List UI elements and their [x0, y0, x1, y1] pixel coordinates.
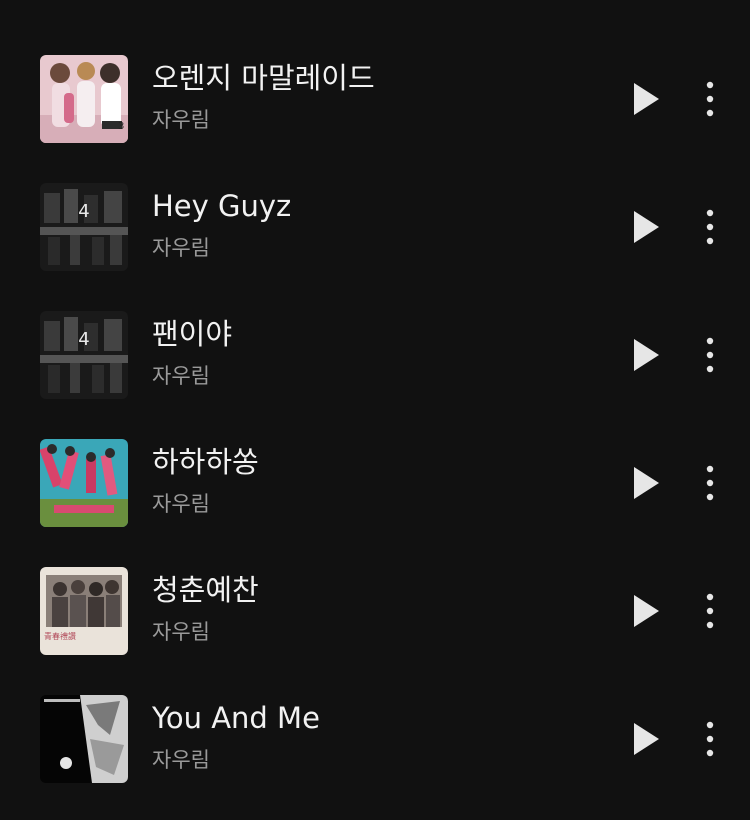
album-cover: 4: [40, 183, 128, 271]
more-vertical-icon: [706, 465, 714, 501]
track-artist: 자우림: [152, 236, 210, 260]
track-artist: 자우림: [152, 364, 210, 388]
more-options-button[interactable]: [696, 719, 724, 759]
cover-number: 4: [78, 201, 89, 222]
more-vertical-icon: [706, 593, 714, 629]
track-title: 팬이야: [152, 317, 233, 351]
cover-number: 4: [78, 329, 89, 350]
cover-title-text: 青春禮讚: [44, 631, 76, 641]
play-button[interactable]: [624, 719, 668, 759]
more-vertical-icon: [706, 81, 714, 117]
track-row[interactable]: 4 Hey Guyz 자우림: [0, 163, 750, 291]
play-button[interactable]: [624, 79, 668, 119]
more-options-button[interactable]: [696, 79, 724, 119]
more-vertical-icon: [706, 337, 714, 373]
track-title: 청춘예찬: [152, 573, 259, 607]
play-button[interactable]: [624, 207, 668, 247]
more-options-button[interactable]: [696, 463, 724, 503]
play-icon: [634, 723, 659, 755]
track-row[interactable]: 하하하쏭 자우림: [0, 419, 750, 547]
more-options-button[interactable]: [696, 591, 724, 631]
album-cover: [40, 695, 128, 783]
track-artist: 자우림: [152, 620, 210, 644]
more-vertical-icon: [706, 209, 714, 245]
play-icon: [634, 211, 659, 243]
play-icon: [634, 595, 659, 627]
album-cover: 4: [40, 311, 128, 399]
play-button[interactable]: [624, 335, 668, 375]
track-artist: 자우림: [152, 748, 210, 772]
album-cover: 3: [40, 55, 128, 143]
album-cover: 青春禮讚: [40, 567, 128, 655]
more-options-button[interactable]: [696, 335, 724, 375]
more-vertical-icon: [706, 721, 714, 757]
track-row[interactable]: 3 오렌지 마말레이드 자우림: [0, 35, 750, 163]
track-title: Hey Guyz: [152, 189, 292, 223]
track-title: 오렌지 마말레이드: [152, 61, 375, 95]
track-artist: 자우림: [152, 108, 210, 132]
track-row[interactable]: You And Me 자우림: [0, 675, 750, 803]
track-title: You And Me: [152, 701, 320, 735]
play-icon: [634, 83, 659, 115]
more-options-button[interactable]: [696, 207, 724, 247]
track-artist: 자우림: [152, 492, 210, 516]
track-row[interactable]: 青春禮讚 청춘예찬 자우림: [0, 547, 750, 675]
cover-number: 3: [118, 121, 124, 132]
album-cover: [40, 439, 128, 527]
play-button[interactable]: [624, 591, 668, 631]
track-list: 3 오렌지 마말레이드 자우림 4 Hey Guyz 자우림 4 팬이야 자우림…: [0, 35, 750, 803]
track-title: 하하하쏭: [152, 445, 259, 479]
track-row[interactable]: 4 팬이야 자우림: [0, 291, 750, 419]
play-button[interactable]: [624, 463, 668, 503]
play-icon: [634, 339, 659, 371]
play-icon: [634, 467, 659, 499]
